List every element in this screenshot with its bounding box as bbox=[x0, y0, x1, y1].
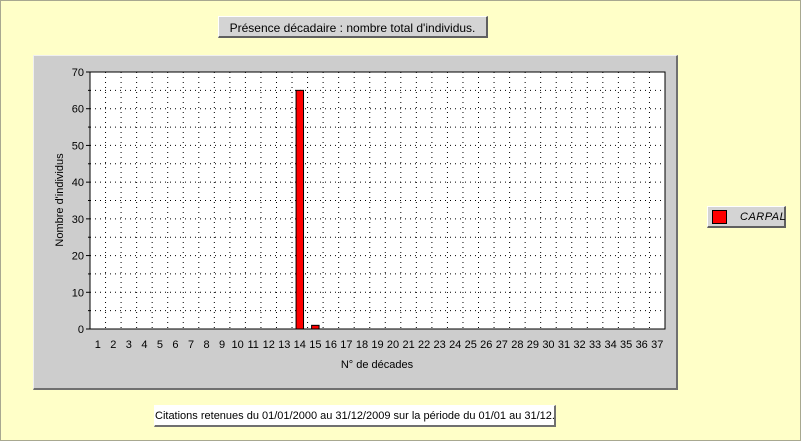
y-tick-label: 0 bbox=[78, 324, 84, 336]
y-tick-label: 60 bbox=[72, 104, 84, 116]
bar bbox=[295, 89, 305, 330]
x-tick-label: 14 bbox=[294, 339, 306, 351]
x-tick-label: 26 bbox=[480, 339, 492, 351]
x-axis: 1 2 3 4 5 6 7 8 9 10 11 12 13 14 15 16 17 18 19 20 21 22 23 24 2… bbox=[95, 339, 664, 351]
x-tick-label: 4 bbox=[141, 339, 147, 351]
x-tick-label: 7 bbox=[188, 339, 194, 351]
x-tick-label: 15 bbox=[309, 339, 321, 351]
x-tick-label: 19 bbox=[371, 339, 383, 351]
x-tick-label: 22 bbox=[418, 339, 430, 351]
x-tick-label: 23 bbox=[434, 339, 446, 351]
legend: CARPAL bbox=[707, 206, 786, 228]
y-axis: 0 10 20 30 40 50 60 70 bbox=[72, 67, 90, 336]
x-tick-label: 12 bbox=[263, 339, 275, 351]
x-tick-label: 8 bbox=[203, 339, 209, 351]
x-tick-label: 34 bbox=[604, 339, 616, 351]
x-tick-label: 2 bbox=[110, 339, 116, 351]
chart-svg: 010203040506070 1 2 3 4 5 6 7 8 9 10 11 12 13 14 15 16 1… bbox=[54, 67, 666, 371]
x-tick-label: 32 bbox=[573, 339, 585, 351]
x-tick-label: 27 bbox=[496, 339, 508, 351]
x-axis-label: N° de décades bbox=[341, 359, 414, 371]
x-tick-label: 37 bbox=[651, 339, 663, 351]
x-tick-label: 17 bbox=[340, 339, 352, 351]
x-tick-label: 10 bbox=[232, 339, 244, 351]
x-tick-label: 28 bbox=[511, 339, 523, 351]
x-tick-label: 36 bbox=[636, 339, 648, 351]
plot-area bbox=[89, 71, 666, 330]
x-tick-label: 33 bbox=[589, 339, 601, 351]
x-tick-label: 5 bbox=[157, 339, 163, 351]
y-tick-label: 50 bbox=[72, 140, 84, 152]
legend-swatch bbox=[712, 210, 727, 224]
x-tick-label: 3 bbox=[126, 339, 132, 351]
x-tick-label: 13 bbox=[278, 339, 290, 351]
legend-label: CARPAL bbox=[740, 211, 787, 223]
y-axis-label: Nombre d'individus bbox=[54, 153, 66, 247]
x-tick-label: 16 bbox=[325, 339, 337, 351]
x-tick-label: 21 bbox=[402, 339, 414, 351]
x-tick-label: 29 bbox=[527, 339, 539, 351]
x-tick-label: 9 bbox=[219, 339, 225, 351]
x-tick-label: 18 bbox=[356, 339, 368, 351]
bar bbox=[311, 324, 320, 330]
x-tick-label: 30 bbox=[542, 339, 554, 351]
x-tick-label: 11 bbox=[247, 339, 258, 351]
x-tick-label: 1 bbox=[95, 339, 101, 351]
footer-note: Citations retenues du 01/01/2000 au 31/1… bbox=[154, 405, 556, 427]
x-tick-label: 20 bbox=[387, 339, 399, 351]
x-tick-label: 24 bbox=[449, 339, 461, 351]
x-tick-label: 31 bbox=[558, 339, 570, 351]
y-tick-label: 70 bbox=[72, 67, 84, 79]
y-tick-label: 20 bbox=[72, 251, 84, 263]
y-tick-label: 40 bbox=[72, 177, 84, 189]
y-tick-label: 10 bbox=[72, 287, 84, 299]
x-tick-label: 35 bbox=[620, 339, 632, 351]
x-tick-label: 25 bbox=[465, 339, 477, 351]
y-tick-label: 30 bbox=[72, 214, 84, 226]
x-tick-label: 6 bbox=[172, 339, 178, 351]
